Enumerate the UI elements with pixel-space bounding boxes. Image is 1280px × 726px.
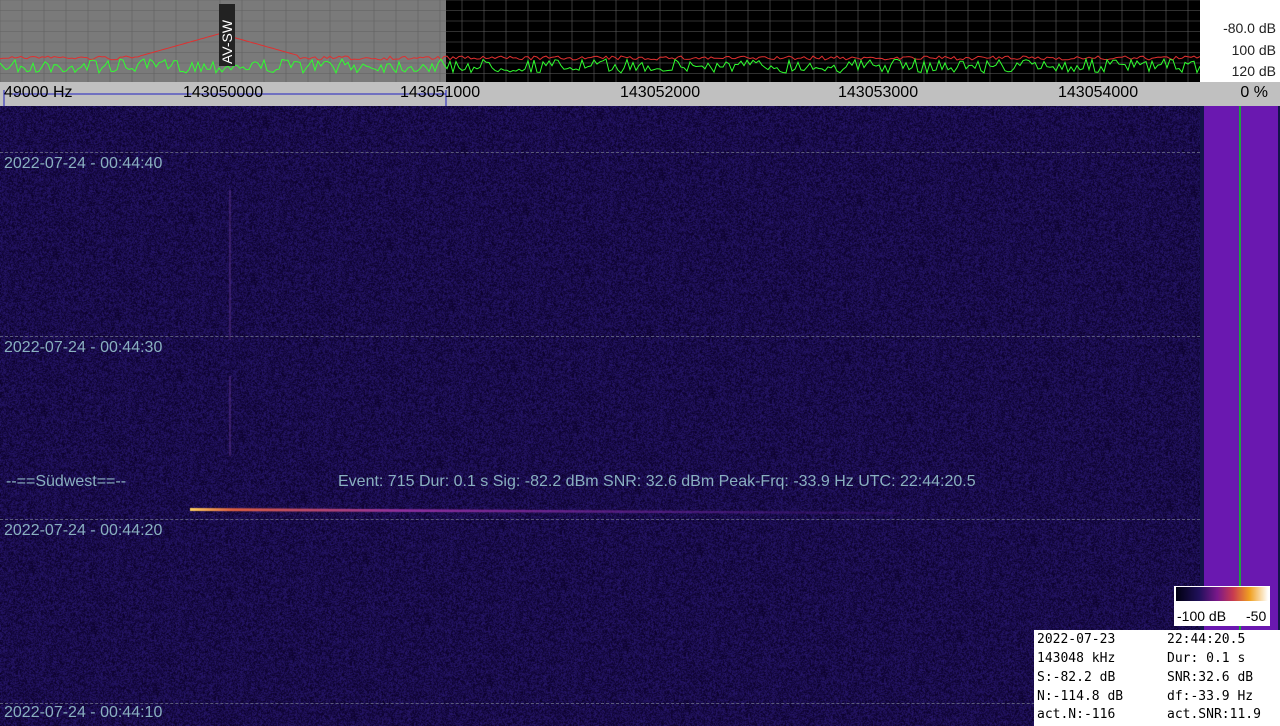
timestamp-label: 2022-07-24 - 00:44:10 [4, 704, 163, 721]
freq-label-2: 143051000 [400, 84, 481, 101]
waterfall-display[interactable]: 2022-07-24 - 00:44:40 2022-07-24 - 00:44… [0, 106, 1200, 726]
event-details: Event: 715 Dur: 0.1 s Sig: -82.2 dBm SNR… [338, 473, 976, 490]
direction-label: --==Südwest==-- [6, 473, 127, 490]
info-noise: N:-114.8 dB [1037, 689, 1124, 704]
info-act-snr: act.SNR:11.9 [1167, 707, 1261, 722]
info-row: 143048 kHz Dur: 0.1 s [1037, 651, 1277, 669]
frequency-ruler[interactable]: 49000 Hz 143050000 143051000 143052000 1… [0, 82, 1200, 106]
info-signal: S:-82.2 dB [1037, 670, 1116, 685]
info-df: df:-33.9 Hz [1167, 689, 1254, 704]
info-frequency: 143048 kHz [1037, 651, 1116, 666]
info-snr: SNR:32.6 dB [1167, 670, 1254, 685]
time-gridline [0, 152, 1200, 153]
db-label-mid: 100 dB [1231, 42, 1276, 58]
timestamp-label: 2022-07-24 - 00:44:40 [4, 155, 163, 172]
timestamp-label: 2022-07-24 - 00:44:20 [4, 522, 163, 539]
level-percent-value: 0 % [1240, 84, 1268, 101]
spectrum-plot: AV-SW [0, 0, 1200, 82]
timestamp-label: 2022-07-24 - 00:44:30 [4, 339, 163, 356]
ruler-marks [3, 90, 447, 106]
colorbar-max-label: -50 [1246, 608, 1267, 624]
colorbar-gradient [1176, 587, 1268, 601]
db-scale: -80.0 dB 100 dB 120 dB [1200, 0, 1280, 82]
freq-label-0: 49000 Hz [4, 84, 73, 101]
freq-label-4: 143053000 [838, 84, 919, 101]
time-gridline [0, 519, 1200, 520]
waterfall-noise [0, 106, 1200, 726]
colorbar-min-label: -100 dB [1177, 608, 1227, 624]
info-row: 2022-07-23 22:44:20.5 [1037, 632, 1277, 650]
info-duration: Dur: 0.1 s [1167, 651, 1246, 666]
info-date: 2022-07-23 [1037, 632, 1116, 647]
marker-label: AV-SW [219, 19, 235, 64]
freq-label-1: 143050000 [183, 84, 264, 101]
info-act-noise: act.N:-116 [1037, 707, 1116, 722]
info-row: N:-114.8 dB df:-33.9 Hz [1037, 689, 1277, 707]
colorbar-legend: -100 dB -50 [1174, 586, 1270, 626]
info-time: 22:44:20.5 [1167, 632, 1246, 647]
freq-label-3: 143052000 [620, 84, 701, 101]
time-gridline [0, 703, 1200, 704]
freq-label-5: 143054000 [1058, 84, 1139, 101]
time-gridline [0, 336, 1200, 337]
event-info-panel: 2022-07-23 22:44:20.5 143048 kHz Dur: 0.… [1034, 630, 1280, 726]
level-percent: 0 % [1200, 82, 1280, 106]
info-row: S:-82.2 dB SNR:32.6 dB [1037, 670, 1277, 688]
info-row: act.N:-116 act.SNR:11.9 [1037, 707, 1277, 725]
db-label-top: -80.0 dB [1223, 20, 1276, 36]
db-label-bottom: 120 dB [1231, 63, 1276, 79]
spectrum-display[interactable]: AV-SW [0, 0, 1200, 82]
